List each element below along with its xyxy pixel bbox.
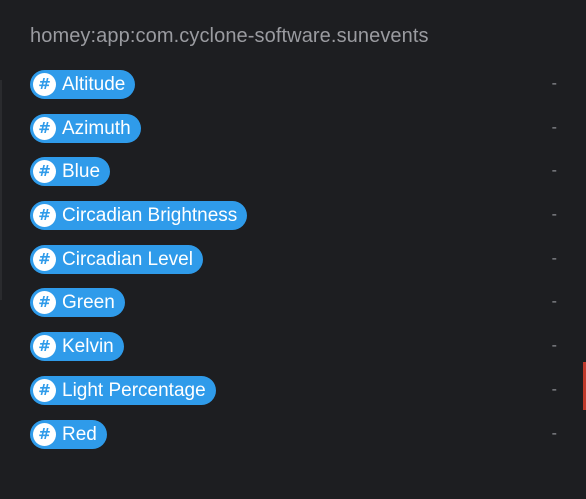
- variable-row-red: # Red -: [30, 419, 560, 464]
- hash-icon: #: [33, 204, 56, 228]
- hash-icon: #: [33, 291, 56, 315]
- hash-icon: #: [33, 73, 56, 96]
- variable-value: -: [551, 75, 557, 92]
- variable-row-light-percentage: # Light Percentage -: [30, 375, 560, 420]
- hash-icon: #: [33, 247, 56, 271]
- variable-tag-red[interactable]: # Red: [30, 419, 107, 449]
- variable-value: -: [551, 118, 557, 136]
- variable-label: Circadian Level: [62, 248, 193, 270]
- left-edge-divider: [0, 80, 2, 300]
- hash-icon: #: [33, 160, 56, 184]
- variable-row-altitude: # Altitude -: [30, 70, 560, 114]
- hash-icon: #: [33, 378, 56, 402]
- variable-tag-blue[interactable]: # Blue: [30, 157, 111, 187]
- app-id-header: homey:app:com.cyclone-software.sunevents: [30, 25, 429, 47]
- variable-label: Kelvin: [62, 336, 114, 358]
- variables-panel: homey:app:com.cyclone-software.sunevents…: [0, 0, 586, 499]
- variable-row-green: # Green -: [30, 288, 560, 332]
- variable-tag-kelvin[interactable]: # Kelvin: [30, 332, 124, 362]
- variable-row-azimuth: # Azimuth -: [30, 113, 560, 158]
- hash-icon: #: [33, 116, 56, 140]
- variable-tag-circadian-level[interactable]: # Circadian Level: [30, 244, 203, 274]
- variable-tag-green[interactable]: # Green: [30, 288, 125, 318]
- variable-value: -: [551, 206, 557, 224]
- variable-label: Altitude: [62, 74, 126, 95]
- variable-row-kelvin: # Kelvin -: [30, 332, 560, 376]
- variable-value: -: [551, 249, 557, 267]
- variable-row-blue: # Blue -: [30, 157, 560, 201]
- variable-value: -: [551, 424, 557, 442]
- variable-tag-azimuth[interactable]: # Azimuth: [30, 113, 141, 143]
- variable-label: Azimuth: [62, 117, 131, 139]
- variable-value: -: [551, 380, 557, 398]
- variable-tag-altitude[interactable]: # Altitude: [30, 70, 136, 99]
- variable-label: Light Percentage: [62, 379, 206, 401]
- variable-value: -: [551, 293, 557, 311]
- variable-tag-light-percentage[interactable]: # Light Percentage: [30, 375, 216, 405]
- variable-row-circadian-brightness: # Circadian Brightness -: [30, 201, 560, 245]
- variable-row-circadian-level: # Circadian Level -: [30, 244, 560, 289]
- hash-icon: #: [33, 335, 56, 359]
- variable-label: Blue: [62, 161, 101, 183]
- variable-value: -: [551, 162, 557, 180]
- variable-value: -: [551, 337, 557, 355]
- variable-tag-circadian-brightness[interactable]: # Circadian Brightness: [30, 201, 248, 231]
- hash-icon: #: [33, 422, 56, 446]
- variable-label: Green: [62, 292, 115, 314]
- variable-label: Red: [62, 423, 97, 445]
- variable-list: # Altitude - # Azimuth - # Blue - # Circ…: [30, 70, 560, 463]
- variable-label: Circadian Brightness: [62, 205, 238, 227]
